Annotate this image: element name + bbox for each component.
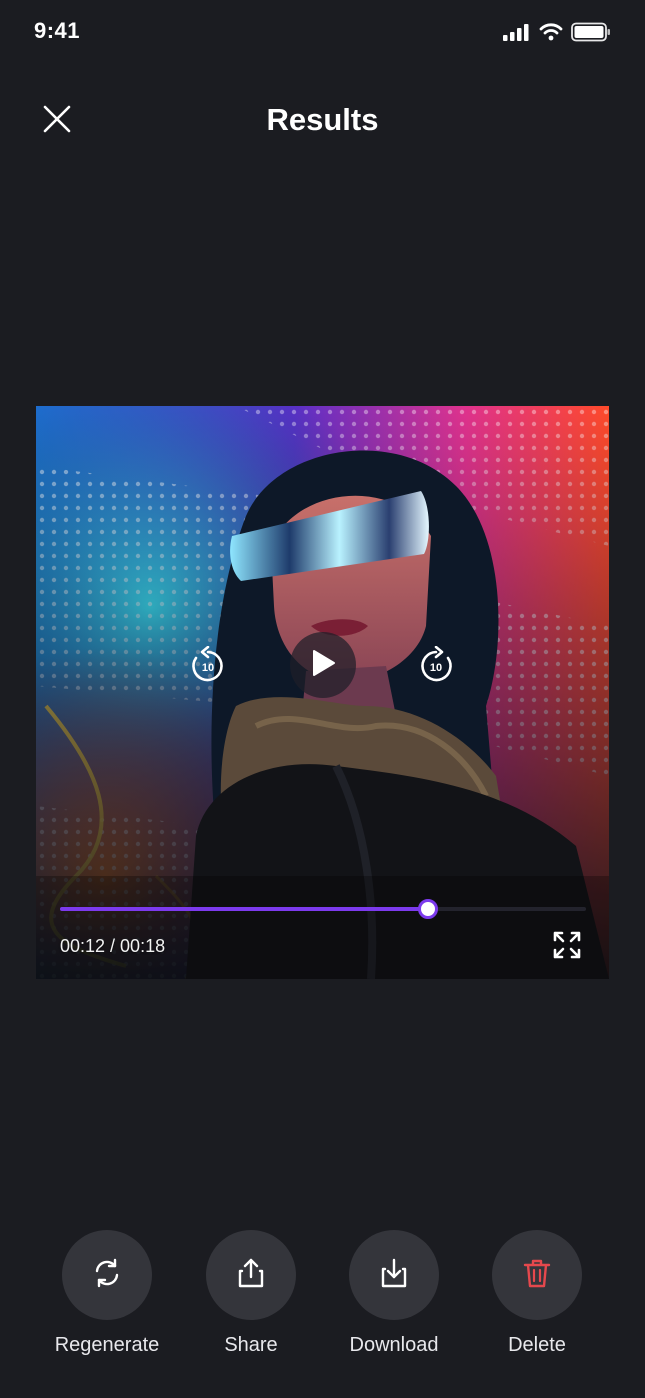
download-icon xyxy=(377,1256,411,1295)
fullscreen-button[interactable] xyxy=(550,930,584,964)
download-label: Download xyxy=(349,1334,439,1356)
page-title: Results xyxy=(266,102,379,137)
forward-10-icon: 10 xyxy=(416,645,456,691)
regenerate-circle[interactable] xyxy=(62,1230,152,1320)
trash-icon xyxy=(520,1256,554,1295)
download-circle[interactable] xyxy=(349,1230,439,1320)
signal-icon xyxy=(503,23,531,46)
play-button[interactable] xyxy=(290,632,356,698)
battery-icon xyxy=(571,22,611,47)
share-button[interactable]: Share xyxy=(179,1230,323,1357)
play-icon xyxy=(309,648,337,683)
status-time: 9:41 xyxy=(34,18,81,43)
seek-bar[interactable] xyxy=(60,899,586,919)
status-bar: 9:41 xyxy=(0,0,645,66)
skip-back-label: 10 xyxy=(202,662,214,674)
replay-10-icon: 10 xyxy=(188,645,228,691)
share-circle[interactable] xyxy=(206,1230,296,1320)
time-readout: 00:12 / 00:18 xyxy=(60,936,166,956)
delete-circle[interactable] xyxy=(492,1230,582,1320)
navigation-header: Results xyxy=(0,80,645,160)
video-player[interactable]: 10 10 00:12 / 00:18 xyxy=(36,406,609,979)
delete-button[interactable]: Delete xyxy=(465,1230,609,1357)
regenerate-label: Regenerate xyxy=(54,1334,160,1356)
download-button[interactable]: Download xyxy=(322,1230,466,1357)
forward-10-button[interactable]: 10 xyxy=(416,645,456,691)
skip-forward-label: 10 xyxy=(430,662,442,674)
wifi-icon xyxy=(539,23,563,46)
fullscreen-icon xyxy=(552,930,582,965)
share-label: Share xyxy=(224,1334,278,1356)
rewind-10-button[interactable]: 10 xyxy=(188,645,228,691)
delete-label: Delete xyxy=(508,1334,566,1356)
regenerate-icon xyxy=(90,1256,124,1295)
regenerate-button[interactable]: Regenerate xyxy=(35,1230,179,1357)
action-bar: Regenerate Share Download Delete xyxy=(0,1230,645,1360)
seek-progress xyxy=(60,907,429,911)
status-icons xyxy=(503,22,611,47)
share-icon xyxy=(234,1256,268,1295)
